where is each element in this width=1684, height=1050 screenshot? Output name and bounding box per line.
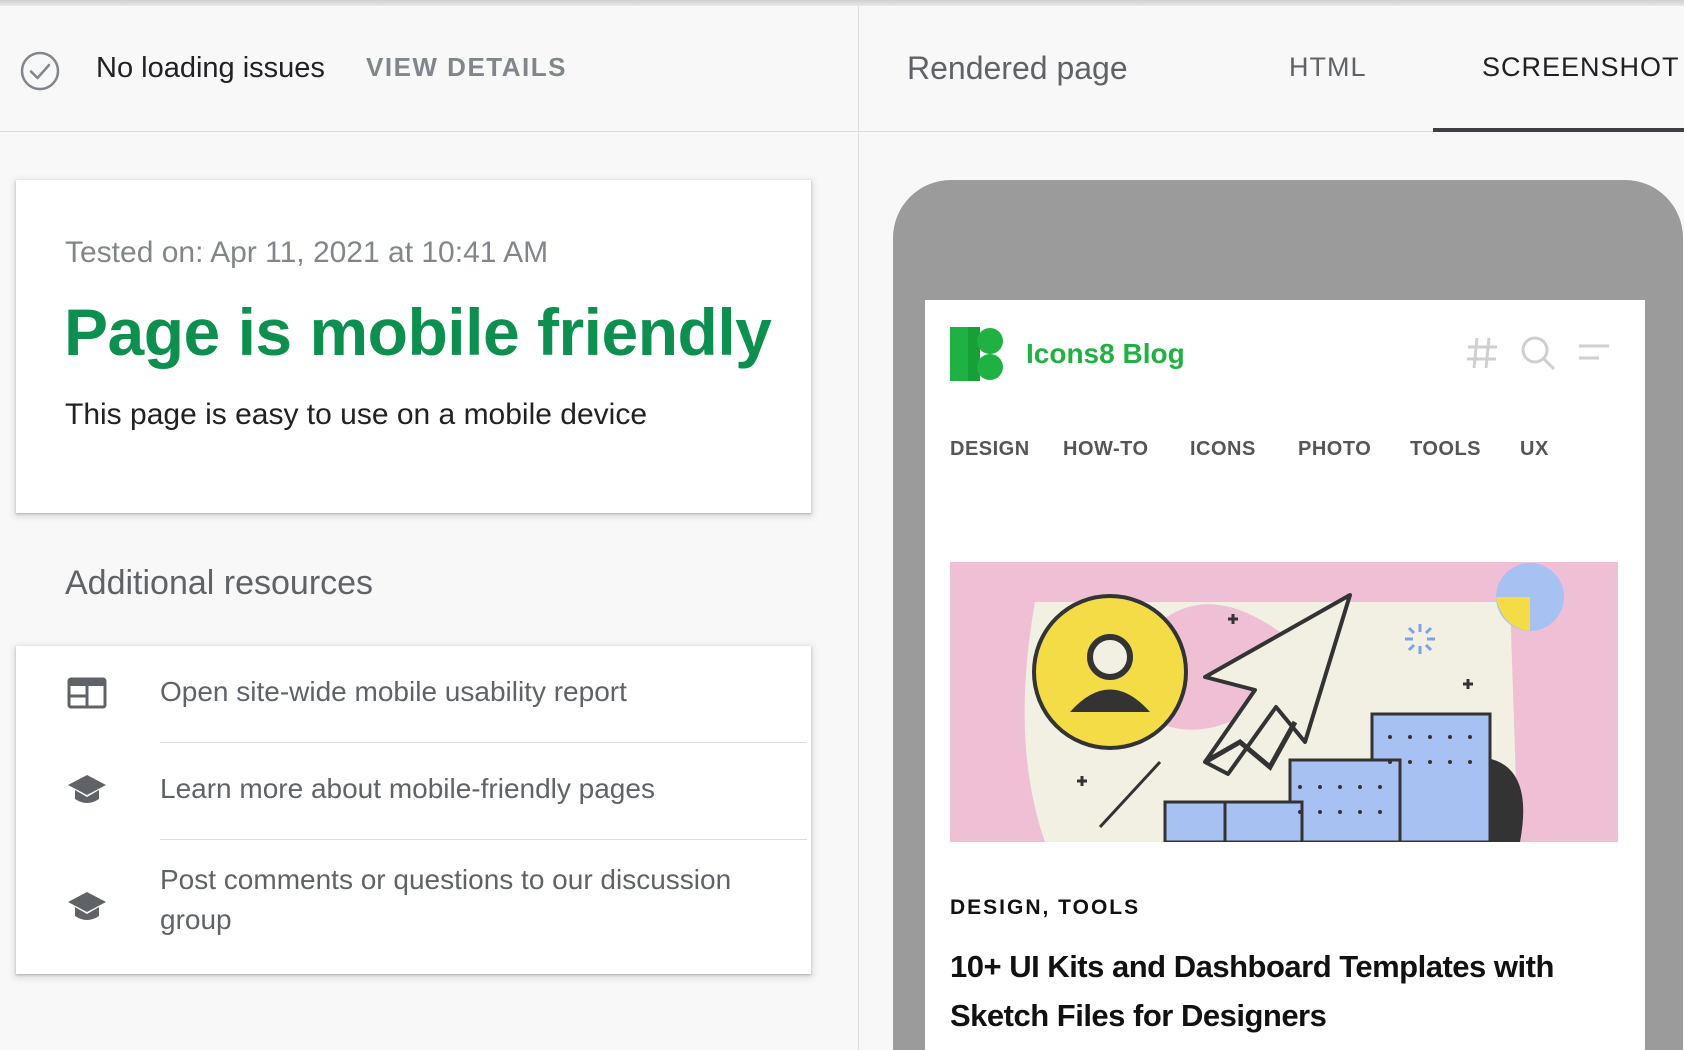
active-tab-indicator <box>1433 128 1684 132</box>
hashtag-icon <box>1467 337 1497 369</box>
nav-item-how-to: HOW-TO <box>1063 438 1149 460</box>
result-headline: Page is mobile friendly <box>64 295 772 369</box>
rendered-page-title: Rendered page <box>907 50 1128 86</box>
results-pane: No loading issues VIEW DETAILS Tested on… <box>0 6 858 1050</box>
check-circle-icon <box>20 51 60 91</box>
resource-item-usability-report[interactable]: Open site-wide mobile usability report <box>16 646 811 742</box>
graduation-cap-icon <box>68 775 106 803</box>
view-details-button[interactable]: VIEW DETAILS <box>366 52 567 83</box>
post-title: 10+ UI Kits and Dashboard Templates with… <box>950 949 1554 1033</box>
nav-item-tools: TOOLS <box>1410 438 1482 460</box>
post-categories: DESIGN, TOOLS <box>950 896 1141 919</box>
result-description: This page is easy to use on a mobile dev… <box>65 398 647 431</box>
tab-screenshot[interactable]: SCREENSHOT <box>1482 52 1680 83</box>
search-icon <box>1521 336 1556 371</box>
nav-item-ux: UX <box>1520 438 1549 460</box>
loading-status-text: No loading issues <box>96 52 325 84</box>
additional-resources-title: Additional resources <box>65 564 374 602</box>
resource-item-discussion-group[interactable]: Post comments or questions to our discus… <box>16 840 811 974</box>
rendered-page-header: Rendered page HTML SCREENSHOT <box>859 6 1684 132</box>
nav-item-icons: ICONS <box>1190 438 1256 460</box>
resource-label: Open site-wide mobile usability report <box>160 676 627 707</box>
loading-status-bar: No loading issues VIEW DETAILS <box>0 6 858 132</box>
tested-on-timestamp: Tested on: Apr 11, 2021 at 10:41 AM <box>65 236 549 269</box>
blog-name: Icons8 Blog <box>1026 338 1185 369</box>
menu-icon <box>1579 344 1609 360</box>
nav-item-photo: PHOTO <box>1298 438 1372 460</box>
rendered-page-pane: Rendered page HTML SCREENSHOT Icons8 Blo… <box>859 6 1684 1050</box>
phone-screenshot: Icons8 Blog DESIGN HOW-TO ICONS PHOTO TO… <box>925 300 1645 1050</box>
test-result-card: Tested on: Apr 11, 2021 at 10:41 AM Page… <box>16 180 811 513</box>
report-icon <box>67 677 107 709</box>
icons8-logo-icon <box>950 327 1003 381</box>
resources-card: Open site-wide mobile usability report L… <box>16 646 811 974</box>
resource-label: Post comments or questions to our discus… <box>160 864 732 935</box>
graduation-cap-icon <box>68 892 106 920</box>
tab-html[interactable]: HTML <box>1289 52 1367 83</box>
nav-item-design: DESIGN <box>950 438 1030 460</box>
resource-item-learn-more[interactable]: Learn more about mobile-friendly pages <box>16 743 811 839</box>
resource-label: Learn more about mobile-friendly pages <box>160 773 655 804</box>
hero-illustration <box>950 562 1618 842</box>
